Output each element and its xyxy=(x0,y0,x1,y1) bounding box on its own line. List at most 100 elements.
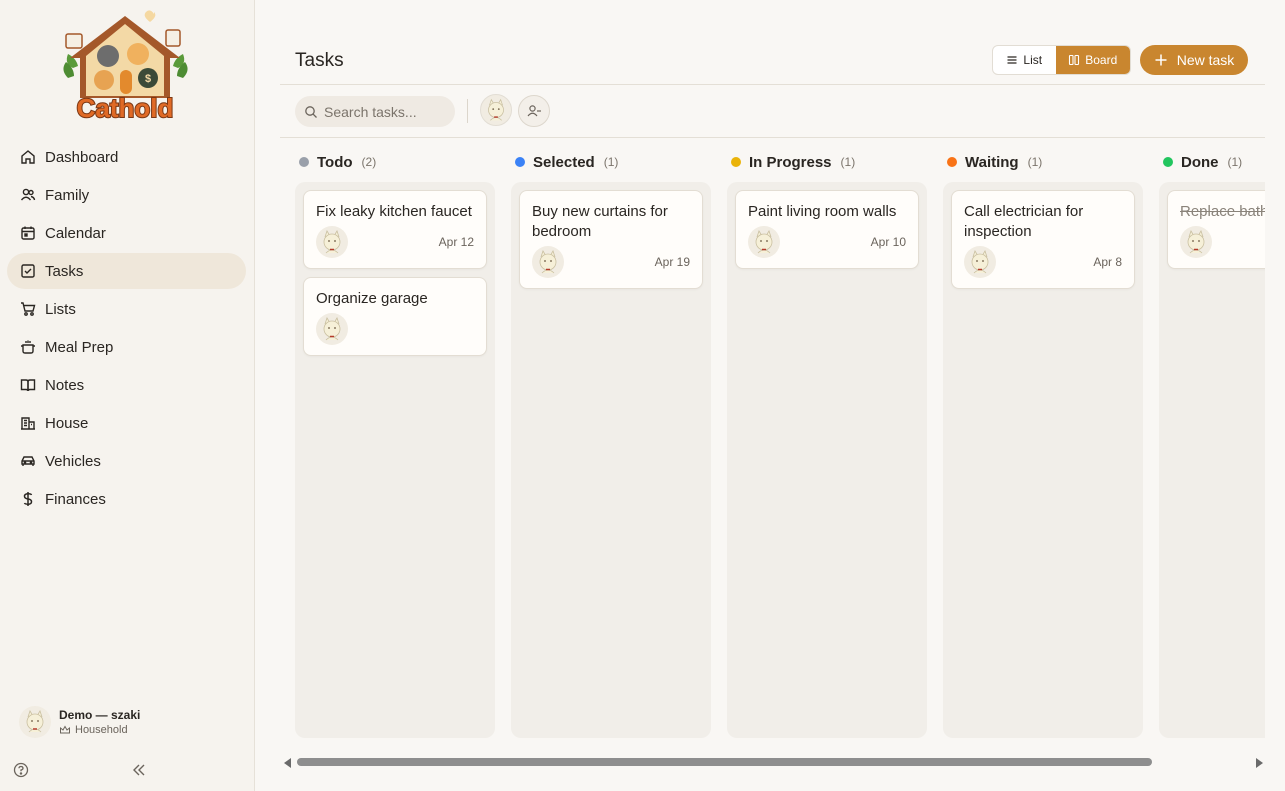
user-role-label: Household xyxy=(75,724,128,736)
help-icon[interactable] xyxy=(13,762,29,778)
new-task-label: New task xyxy=(1176,52,1235,68)
column-body: Fix leaky kitchen faucet Apr 12 Organize… xyxy=(295,182,495,738)
building-icon xyxy=(20,415,36,431)
sidebar-item-label: Calendar xyxy=(45,224,106,242)
checkbox-icon xyxy=(20,263,36,279)
sidebar-item-dashboard[interactable]: Dashboard xyxy=(7,139,246,175)
column-waiting: Waiting (1) Call electrician for inspect… xyxy=(943,138,1143,738)
column-title: In Progress xyxy=(749,153,832,171)
assignee-avatar xyxy=(316,313,348,345)
sidebar-item-notes[interactable]: Notes xyxy=(7,367,246,403)
sidebar-item-label: Finances xyxy=(45,490,106,508)
sidebar-item-vehicles[interactable]: Vehicles xyxy=(7,443,246,479)
calendar-icon xyxy=(20,225,36,241)
sidebar-item-finances[interactable]: Finances xyxy=(7,481,246,517)
scroll-left-arrow[interactable] xyxy=(284,758,291,768)
kanban-board: Todo (2) Fix leaky kitchen faucet Apr 12… xyxy=(280,138,1265,748)
column-selected: Selected (1) Buy new curtains for bedroo… xyxy=(511,138,711,738)
search-input[interactable] xyxy=(324,103,444,120)
status-dot xyxy=(731,157,741,167)
status-dot xyxy=(1163,157,1173,167)
column-count: (2) xyxy=(361,155,377,169)
column-header: In Progress (1) xyxy=(727,138,927,186)
list-view-button[interactable]: List xyxy=(993,46,1056,74)
status-dot xyxy=(299,157,309,167)
column-count: (1) xyxy=(603,155,619,169)
toolbar-divider xyxy=(467,99,468,123)
board-view-button[interactable]: Board xyxy=(1055,46,1130,74)
search-box[interactable] xyxy=(295,96,455,127)
column-count: (1) xyxy=(1227,155,1243,169)
columns-icon xyxy=(1069,54,1080,66)
list-icon xyxy=(1007,56,1017,64)
plus-icon xyxy=(1155,54,1167,66)
board-view-label: Board xyxy=(1085,53,1118,67)
column-title: Todo xyxy=(317,153,353,171)
user-role: Household xyxy=(59,724,140,736)
sidebar-item-house[interactable]: House xyxy=(7,405,246,441)
svg-text:Cathold: Cathold xyxy=(77,93,174,123)
task-title: Call electrician for inspection xyxy=(964,203,1084,240)
cathold-logo[interactable]: $ Cathold xyxy=(58,6,193,124)
sidebar: $ Cathold Dashboard Family Calendar Task… xyxy=(0,0,255,791)
sidebar-item-label: Family xyxy=(45,186,90,204)
car-icon xyxy=(20,453,36,469)
unassigned-filter-button[interactable] xyxy=(518,95,550,127)
user-avatar xyxy=(19,706,51,738)
due-date: Apr 10 xyxy=(870,235,906,249)
sidebar-item-tasks[interactable]: Tasks xyxy=(7,253,246,289)
sidebar-item-label: Notes xyxy=(45,376,85,394)
horizontal-scrollbar[interactable] xyxy=(280,754,1265,770)
dollar-icon xyxy=(20,491,36,507)
svg-text:$: $ xyxy=(145,73,151,85)
sidebar-nav: Dashboard Family Calendar Tasks Lists Me… xyxy=(7,139,246,519)
sidebar-item-calendar[interactable]: Calendar xyxy=(7,215,246,251)
sidebar-item-meal-prep[interactable]: Meal Prep xyxy=(7,329,246,365)
cart-icon xyxy=(20,301,36,317)
column-header: Selected (1) xyxy=(511,138,711,186)
new-task-button[interactable]: New task xyxy=(1140,45,1248,75)
task-title: Buy new curtains for bedroom xyxy=(532,203,668,240)
column-count: (1) xyxy=(840,155,856,169)
task-title: Paint living room walls xyxy=(748,203,897,220)
user-name: Demo — szaki xyxy=(59,708,141,722)
assignee-avatar xyxy=(964,246,996,278)
column-header: Waiting (1) xyxy=(943,138,1143,186)
sidebar-item-label: Vehicles xyxy=(45,452,101,470)
sidebar-item-label: Tasks xyxy=(45,262,84,280)
user-profile[interactable]: Demo — szaki Household xyxy=(19,706,140,738)
column-title: Done xyxy=(1181,153,1219,171)
column-body: Call electrician for inspection Apr 8 xyxy=(943,182,1143,738)
sidebar-item-label: Meal Prep xyxy=(45,338,114,356)
task-card[interactable]: Call electrician for inspection Apr 8 xyxy=(951,190,1135,289)
task-card[interactable]: Replace bathroom light xyxy=(1167,190,1265,269)
cat-avatar-icon xyxy=(488,98,504,121)
users-icon xyxy=(20,187,36,203)
scroll-thumb[interactable] xyxy=(297,758,1152,766)
book-icon xyxy=(20,377,36,393)
task-card[interactable]: Organize garage xyxy=(303,277,487,356)
sidebar-item-label: Lists xyxy=(45,300,76,318)
list-view-label: List xyxy=(1023,53,1043,67)
sidebar-item-label: House xyxy=(45,414,89,432)
page-title: Tasks xyxy=(295,50,344,71)
task-card[interactable]: Buy new curtains for bedroom Apr 19 xyxy=(519,190,703,289)
collapse-sidebar-icon[interactable] xyxy=(131,762,147,778)
assignee-avatar xyxy=(748,226,780,258)
sidebar-item-lists[interactable]: Lists xyxy=(7,291,246,327)
assignee-filter-avatar[interactable] xyxy=(480,94,512,126)
column-body: Replace bathroom light xyxy=(1159,182,1265,738)
pot-icon xyxy=(20,339,36,355)
crown-icon xyxy=(60,725,70,734)
column-count: (1) xyxy=(1027,155,1043,169)
assignee-avatar xyxy=(316,226,348,258)
task-title: Organize garage xyxy=(316,290,428,307)
sidebar-item-family[interactable]: Family xyxy=(7,177,246,213)
column-done: Done (1) Replace bathroom light xyxy=(1159,138,1265,738)
status-dot xyxy=(947,157,957,167)
scroll-right-arrow[interactable] xyxy=(1256,758,1263,768)
task-card[interactable]: Paint living room walls Apr 10 xyxy=(735,190,919,269)
task-card[interactable]: Fix leaky kitchen faucet Apr 12 xyxy=(303,190,487,269)
column-title: Waiting xyxy=(965,153,1019,171)
home-icon xyxy=(20,149,36,165)
